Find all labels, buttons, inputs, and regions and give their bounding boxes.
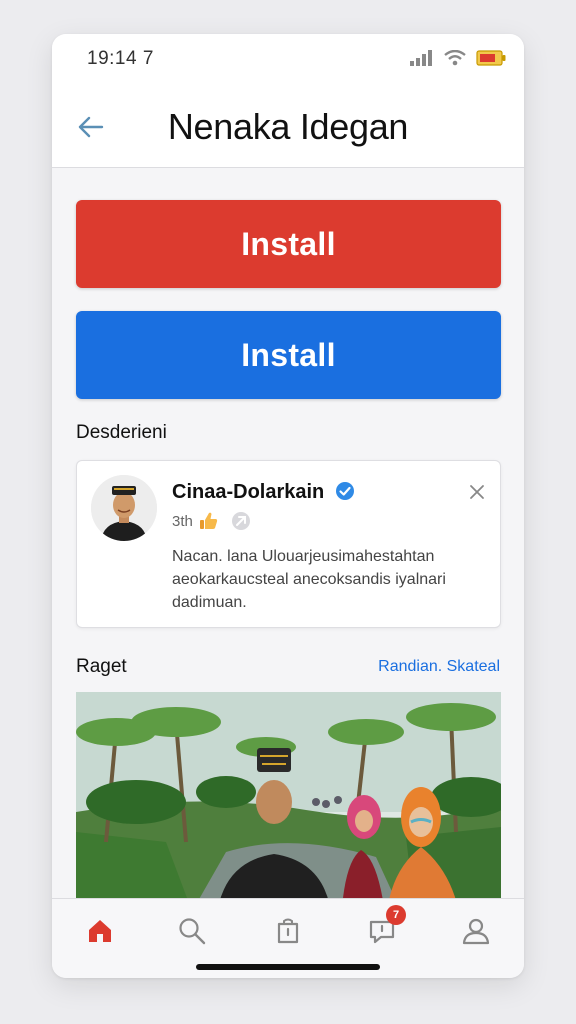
related-see-all-link[interactable]: Randian. Skateal xyxy=(378,658,500,676)
shopping-icon xyxy=(277,918,299,944)
verified-icon xyxy=(336,482,354,500)
bottom-tab-bar: 7 xyxy=(52,898,524,978)
messages-badge: 7 xyxy=(386,905,406,925)
tab-search[interactable] xyxy=(172,911,212,951)
card-name: Cinaa-Dolarkain xyxy=(172,481,325,503)
page-title: Nenaka Idegan xyxy=(167,106,409,147)
battery-icon xyxy=(476,50,506,66)
card-meta-text: 3th xyxy=(172,512,193,530)
card-close-button[interactable] xyxy=(468,483,486,506)
profile-icon xyxy=(462,918,490,945)
phone-screen: 19:14 7 Nenaka Idegan Install Install De… xyxy=(52,34,524,978)
avatar xyxy=(91,475,157,541)
pin-icon xyxy=(231,512,250,530)
close-icon xyxy=(470,485,484,499)
status-icons xyxy=(410,50,506,66)
related-section-title: Raget xyxy=(76,656,127,677)
install-button-primary[interactable]: Install xyxy=(76,200,501,288)
tab-profile[interactable] xyxy=(456,911,496,951)
tab-home[interactable] xyxy=(80,911,120,951)
home-indicator xyxy=(196,964,380,970)
status-time: 19:14 7 xyxy=(87,48,154,69)
wifi-icon xyxy=(444,50,466,66)
profile-card[interactable]: Cinaa-Dolarkain 3th Nacan. lana Ulouarje… xyxy=(76,460,501,628)
card-meta: 3th xyxy=(172,510,253,532)
tab-shopping[interactable] xyxy=(268,911,308,951)
status-bar: 19:14 7 xyxy=(52,34,524,86)
signal-icon xyxy=(410,50,432,66)
featured-photo[interactable] xyxy=(76,692,501,922)
search-icon xyxy=(179,918,206,945)
card-description: Nacan. lana Ulouarjeusimahestahtan aeoka… xyxy=(172,548,446,611)
thumbs-up-icon xyxy=(199,512,217,529)
tab-messages[interactable]: 7 xyxy=(362,905,406,951)
description-section-title: Desderieni xyxy=(76,422,167,443)
app-header: Nenaka Idegan xyxy=(52,86,524,168)
home-icon xyxy=(89,920,111,942)
install-button-secondary[interactable]: Install xyxy=(76,311,501,399)
